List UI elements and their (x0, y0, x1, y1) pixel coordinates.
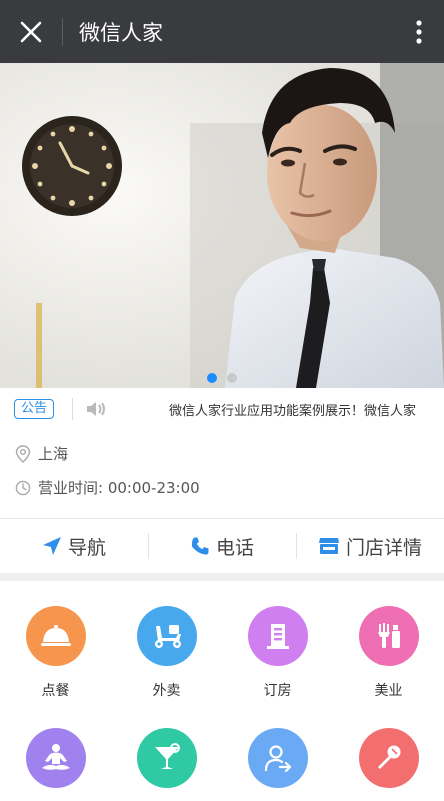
close-button[interactable] (0, 0, 62, 63)
phone-button[interactable]: 电话 (148, 519, 296, 573)
grid-label: 美业 (374, 683, 403, 699)
location-pin-icon (14, 444, 32, 463)
grid-item-yoga[interactable] (0, 728, 111, 801)
grid-item-bar[interactable] (111, 728, 222, 801)
navigation-arrow-icon (42, 536, 62, 556)
section-gap (0, 573, 444, 581)
banner-carousel[interactable] (0, 63, 444, 388)
phone-icon (190, 536, 210, 556)
notice-tag: 公告 (14, 399, 55, 419)
store-hours-text: 营业时间: 00:00-23:00 (38, 479, 200, 497)
microphone-icon (358, 728, 419, 788)
grid-label: 订房 (263, 683, 292, 699)
store-details-label: 门店详情 (345, 536, 422, 559)
top-bar: 微信人家 (0, 0, 444, 63)
notice-divider (72, 398, 74, 420)
grid-item-room[interactable]: 订房 (222, 606, 333, 700)
page-title: 微信人家 (79, 20, 163, 45)
carousel-dots (0, 373, 444, 383)
grid-label: 点餐 (41, 683, 70, 699)
grid-item-ktv[interactable] (333, 728, 444, 801)
scooter-icon (136, 606, 197, 666)
close-icon (20, 21, 42, 42)
meditation-icon (25, 728, 86, 788)
banner-image (0, 63, 444, 388)
grid-item-member[interactable] (222, 728, 333, 801)
store-location[interactable]: 上海 (14, 443, 68, 464)
phone-label: 电话 (215, 536, 254, 559)
clock-icon (14, 479, 32, 497)
more-button[interactable] (394, 0, 444, 63)
grid-item-takeout[interactable]: 外卖 (111, 606, 222, 700)
grid-item-beauty[interactable]: 美业 (333, 606, 444, 700)
user-transfer-icon (247, 728, 308, 788)
more-vertical-icon (416, 19, 422, 44)
food-cloche-icon (25, 606, 86, 666)
notice-bar[interactable]: 公告 微信人家行业应用功能案例展示！微信人家 (0, 391, 444, 427)
carousel-dot[interactable] (227, 373, 237, 383)
notice-text: 微信人家行业应用功能案例展示！微信人家 (169, 403, 417, 419)
title-divider (62, 17, 63, 46)
speaker-icon (85, 399, 109, 419)
store-icon (318, 536, 340, 556)
building-icon (247, 606, 308, 666)
cocktail-icon (136, 728, 197, 788)
store-location-text: 上海 (38, 445, 69, 463)
navigate-label: 导航 (67, 536, 106, 559)
grid-item-order[interactable]: 点餐 (0, 606, 111, 700)
grid-label: 外卖 (152, 683, 181, 699)
wall-clock-shape (22, 116, 122, 216)
carousel-dot-active[interactable] (207, 373, 217, 383)
cosmetics-icon (358, 606, 419, 666)
navigate-button[interactable]: 导航 (0, 519, 148, 573)
store-hours: 营业时间: 00:00-23:00 (14, 477, 200, 498)
action-row: 导航 电话 门店详情 (0, 519, 444, 573)
store-details-button[interactable]: 门店详情 (296, 519, 444, 573)
